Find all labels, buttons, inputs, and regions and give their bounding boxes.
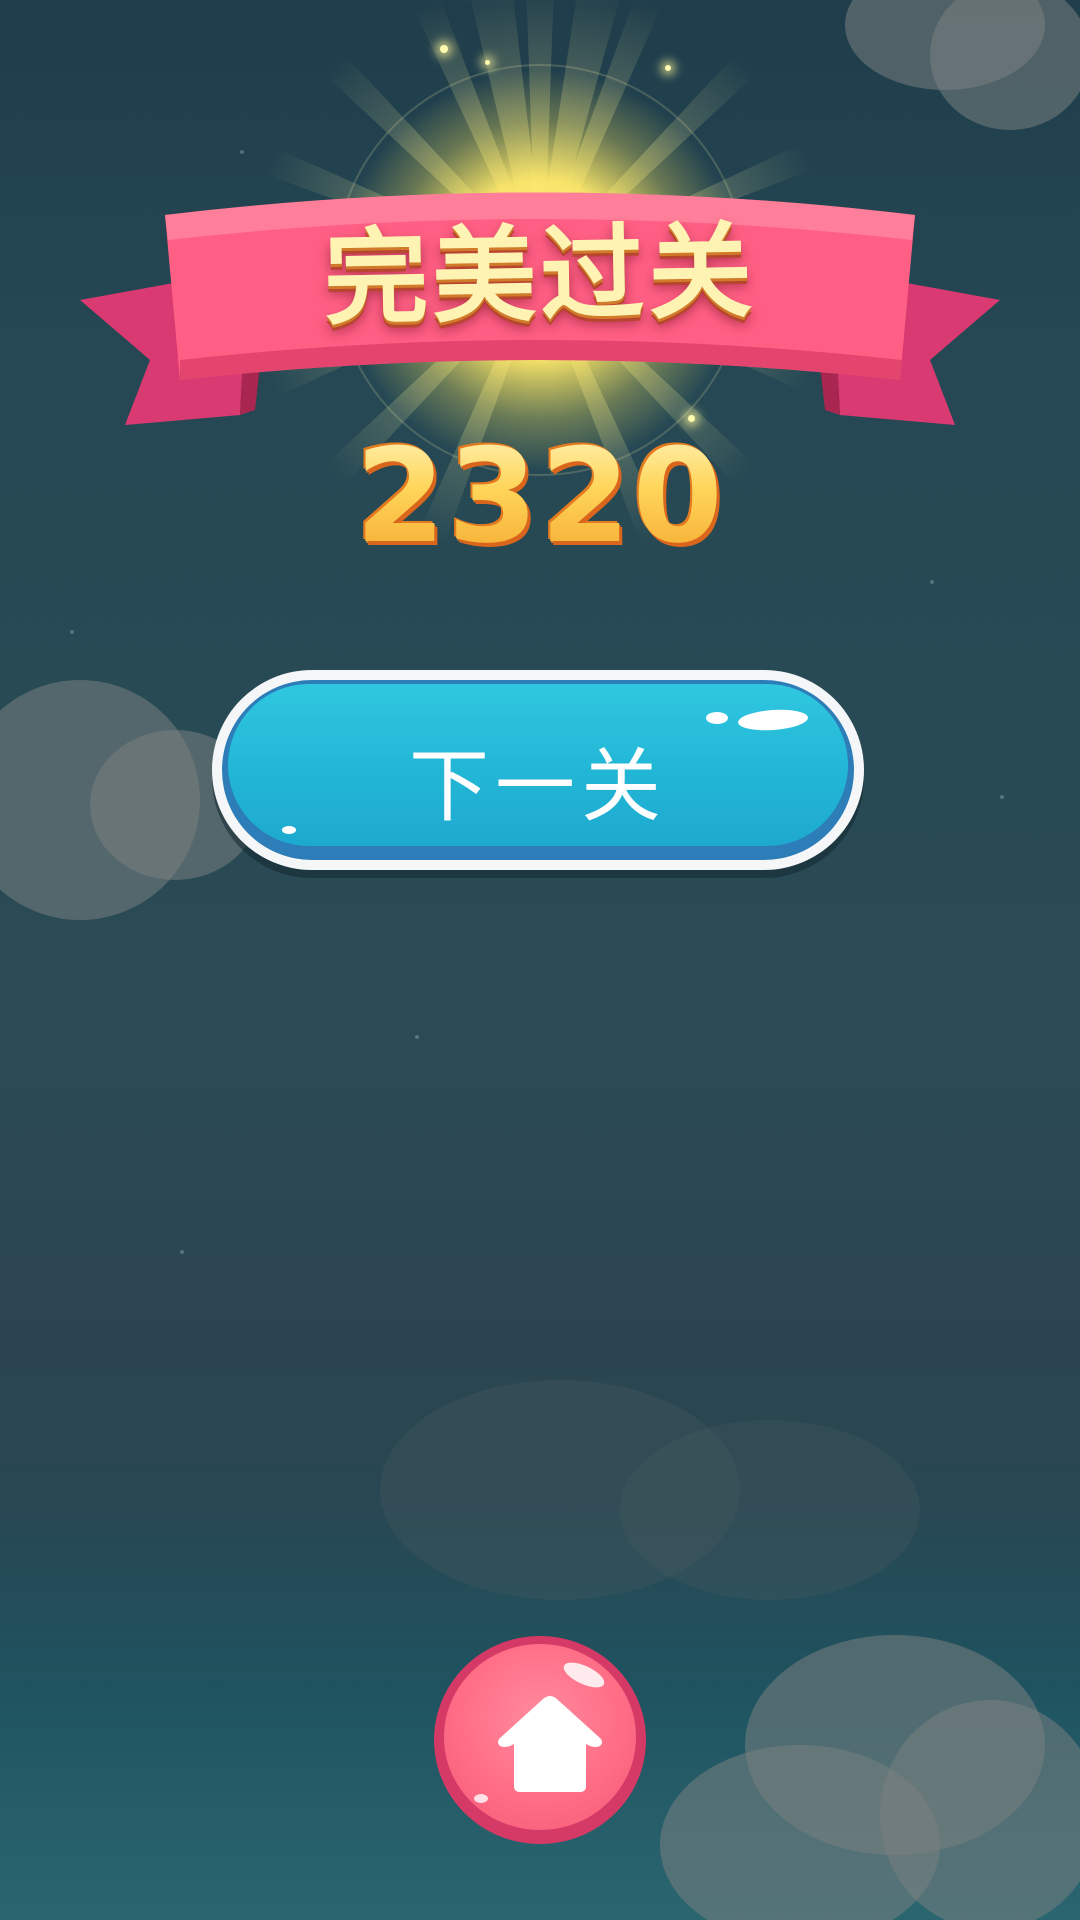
next-level-button-body: 下一关	[222, 680, 854, 860]
star-dot	[930, 580, 934, 584]
star-dot	[70, 630, 74, 634]
cloud	[380, 1380, 740, 1600]
cloud	[845, 0, 1045, 90]
cloud	[930, 0, 1080, 130]
cloud	[880, 1700, 1080, 1920]
cloud	[620, 1420, 920, 1600]
next-level-button[interactable]: 下一关	[212, 670, 864, 870]
star-dot	[180, 1250, 184, 1254]
sparkle	[665, 65, 671, 71]
cloud	[660, 1745, 940, 1920]
sparkle	[485, 60, 490, 65]
cloud	[0, 680, 200, 920]
sparkle	[440, 45, 448, 53]
level-complete-title: 完美过关	[323, 209, 758, 340]
button-shine	[474, 1794, 488, 1803]
star-dot	[1000, 795, 1004, 799]
home-button-face	[444, 1644, 636, 1830]
cloud	[745, 1635, 1045, 1855]
score-value: 2320	[340, 420, 740, 572]
star-dot	[240, 150, 244, 154]
star-dot	[415, 1035, 419, 1039]
next-level-label: 下一关	[409, 740, 667, 833]
button-shine	[560, 1657, 608, 1693]
home-button[interactable]	[434, 1636, 646, 1844]
home-icon	[498, 1696, 602, 1792]
